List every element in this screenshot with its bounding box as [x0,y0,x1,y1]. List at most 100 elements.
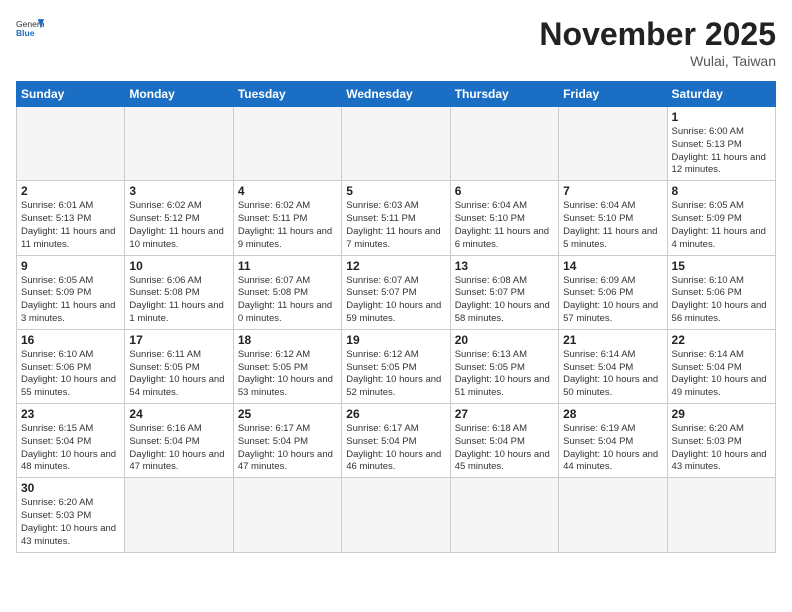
calendar-cell: 30 Sunrise: 6:20 AMSunset: 5:03 PMDayligh… [17,478,125,552]
day-number: 13 [455,259,554,273]
day-info: Sunrise: 6:13 AMSunset: 5:05 PMDaylight:… [455,349,554,400]
calendar-cell [559,478,667,552]
calendar-cell: 20 Sunrise: 6:13 AMSunset: 5:05 PMDayligh… [450,329,558,403]
day-info: Sunrise: 6:05 AMSunset: 5:09 PMDaylight:… [21,275,120,326]
calendar-cell [125,107,233,181]
day-info: Sunrise: 6:10 AMSunset: 5:06 PMDaylight:… [672,275,771,326]
calendar-cell: 21 Sunrise: 6:14 AMSunset: 5:04 PMDayligh… [559,329,667,403]
calendar-cell [342,107,450,181]
day-number: 3 [129,184,228,198]
day-info: Sunrise: 6:16 AMSunset: 5:04 PMDaylight:… [129,423,228,474]
calendar-cell: 29 Sunrise: 6:20 AMSunset: 5:03 PMDayligh… [667,404,775,478]
day-info: Sunrise: 6:18 AMSunset: 5:04 PMDaylight:… [455,423,554,474]
logo-icon: General Blue [16,16,44,44]
calendar-cell [233,107,341,181]
page-header: General Blue November 2025 Wulai, Taiwan [16,16,776,69]
calendar-cell: 26 Sunrise: 6:17 AMSunset: 5:04 PMDayligh… [342,404,450,478]
day-number: 23 [21,407,120,421]
day-info: Sunrise: 6:08 AMSunset: 5:07 PMDaylight:… [455,275,554,326]
calendar-cell: 4Sunrise: 6:02 AMSunset: 5:11 PMDaylight… [233,181,341,255]
calendar-cell: 22Sunrise: 6:14 AMSunset: 5:04 PMDayligh… [667,329,775,403]
calendar-cell: 1 Sunrise: 6:00 AMSunset: 5:13 PMDaylight… [667,107,775,181]
calendar-cell: 27 Sunrise: 6:18 AMSunset: 5:04 PMDayligh… [450,404,558,478]
day-number: 19 [346,333,445,347]
day-info: Sunrise: 6:02 AMSunset: 5:11 PMDaylight:… [238,200,337,251]
day-number: 24 [129,407,228,421]
calendar-cell: 7 Sunrise: 6:04 AMSunset: 5:10 PMDaylight… [559,181,667,255]
day-info: Sunrise: 6:06 AMSunset: 5:08 PMDaylight:… [129,275,228,326]
month-year-title: November 2025 [539,16,776,53]
weekday-header-wednesday: Wednesday [342,82,450,107]
calendar-cell [125,478,233,552]
calendar-week-6: 30 Sunrise: 6:20 AMSunset: 5:03 PMDayligh… [17,478,776,552]
title-block: November 2025 Wulai, Taiwan [539,16,776,69]
day-info: Sunrise: 6:04 AMSunset: 5:10 PMDaylight:… [455,200,554,251]
day-number: 2 [21,184,120,198]
calendar-week-4: 16Sunrise: 6:10 AMSunset: 5:06 PMDayligh… [17,329,776,403]
calendar-cell [342,478,450,552]
calendar-cell [17,107,125,181]
day-number: 27 [455,407,554,421]
location-subtitle: Wulai, Taiwan [539,53,776,69]
day-info: Sunrise: 6:05 AMSunset: 5:09 PMDaylight:… [672,200,771,251]
day-info: Sunrise: 6:12 AMSunset: 5:05 PMDaylight:… [238,349,337,400]
day-info: Sunrise: 6:07 AMSunset: 5:08 PMDaylight:… [238,275,337,326]
day-info: Sunrise: 6:09 AMSunset: 5:06 PMDaylight:… [563,275,662,326]
weekday-header-monday: Monday [125,82,233,107]
calendar-cell: 24 Sunrise: 6:16 AMSunset: 5:04 PMDayligh… [125,404,233,478]
day-number: 11 [238,259,337,273]
calendar-cell: 19 Sunrise: 6:12 AMSunset: 5:05 PMDayligh… [342,329,450,403]
calendar-cell: 16Sunrise: 6:10 AMSunset: 5:06 PMDayligh… [17,329,125,403]
calendar-cell: 5Sunrise: 6:03 AMSunset: 5:11 PMDaylight… [342,181,450,255]
day-number: 16 [21,333,120,347]
calendar-cell: 25 Sunrise: 6:17 AMSunset: 5:04 PMDayligh… [233,404,341,478]
day-info: Sunrise: 6:20 AMSunset: 5:03 PMDaylight:… [21,497,120,548]
day-info: Sunrise: 6:11 AMSunset: 5:05 PMDaylight:… [129,349,228,400]
svg-text:Blue: Blue [16,28,35,38]
day-number: 29 [672,407,771,421]
day-info: Sunrise: 6:17 AMSunset: 5:04 PMDaylight:… [346,423,445,474]
calendar-week-3: 9Sunrise: 6:05 AMSunset: 5:09 PMDaylight… [17,255,776,329]
weekday-header-row: SundayMondayTuesdayWednesdayThursdayFrid… [17,82,776,107]
calendar-cell [559,107,667,181]
day-number: 21 [563,333,662,347]
calendar-cell: 17Sunrise: 6:11 AMSunset: 5:05 PMDayligh… [125,329,233,403]
calendar-cell [450,107,558,181]
calendar-cell: 15Sunrise: 6:10 AMSunset: 5:06 PMDayligh… [667,255,775,329]
weekday-header-friday: Friday [559,82,667,107]
day-number: 25 [238,407,337,421]
day-number: 30 [21,481,120,495]
calendar-cell: 10Sunrise: 6:06 AMSunset: 5:08 PMDayligh… [125,255,233,329]
day-info: Sunrise: 6:19 AMSunset: 5:04 PMDaylight:… [563,423,662,474]
day-number: 22 [672,333,771,347]
calendar-cell: 2Sunrise: 6:01 AMSunset: 5:13 PMDaylight… [17,181,125,255]
calendar-cell: 14 Sunrise: 6:09 AMSunset: 5:06 PMDayligh… [559,255,667,329]
weekday-header-thursday: Thursday [450,82,558,107]
day-number: 7 [563,184,662,198]
calendar-cell: 18 Sunrise: 6:12 AMSunset: 5:05 PMDayligh… [233,329,341,403]
calendar-cell: 6Sunrise: 6:04 AMSunset: 5:10 PMDaylight… [450,181,558,255]
day-info: Sunrise: 6:20 AMSunset: 5:03 PMDaylight:… [672,423,771,474]
calendar-cell [233,478,341,552]
day-info: Sunrise: 6:12 AMSunset: 5:05 PMDaylight:… [346,349,445,400]
calendar-week-2: 2Sunrise: 6:01 AMSunset: 5:13 PMDaylight… [17,181,776,255]
day-number: 12 [346,259,445,273]
calendar-cell [667,478,775,552]
calendar-cell: 8 Sunrise: 6:05 AMSunset: 5:09 PMDaylight… [667,181,775,255]
day-info: Sunrise: 6:00 AMSunset: 5:13 PMDaylight:… [672,126,771,177]
day-info: Sunrise: 6:15 AMSunset: 5:04 PMDaylight:… [21,423,120,474]
day-number: 14 [563,259,662,273]
day-info: Sunrise: 6:17 AMSunset: 5:04 PMDaylight:… [238,423,337,474]
calendar-cell: 23 Sunrise: 6:15 AMSunset: 5:04 PMDayligh… [17,404,125,478]
weekday-header-tuesday: Tuesday [233,82,341,107]
calendar-week-5: 23 Sunrise: 6:15 AMSunset: 5:04 PMDayligh… [17,404,776,478]
weekday-header-saturday: Saturday [667,82,775,107]
day-info: Sunrise: 6:04 AMSunset: 5:10 PMDaylight:… [563,200,662,251]
day-number: 8 [672,184,771,198]
day-number: 18 [238,333,337,347]
day-number: 26 [346,407,445,421]
day-number: 1 [672,110,771,124]
day-info: Sunrise: 6:14 AMSunset: 5:04 PMDaylight:… [563,349,662,400]
day-number: 20 [455,333,554,347]
calendar-cell: 3Sunrise: 6:02 AMSunset: 5:12 PMDaylight… [125,181,233,255]
